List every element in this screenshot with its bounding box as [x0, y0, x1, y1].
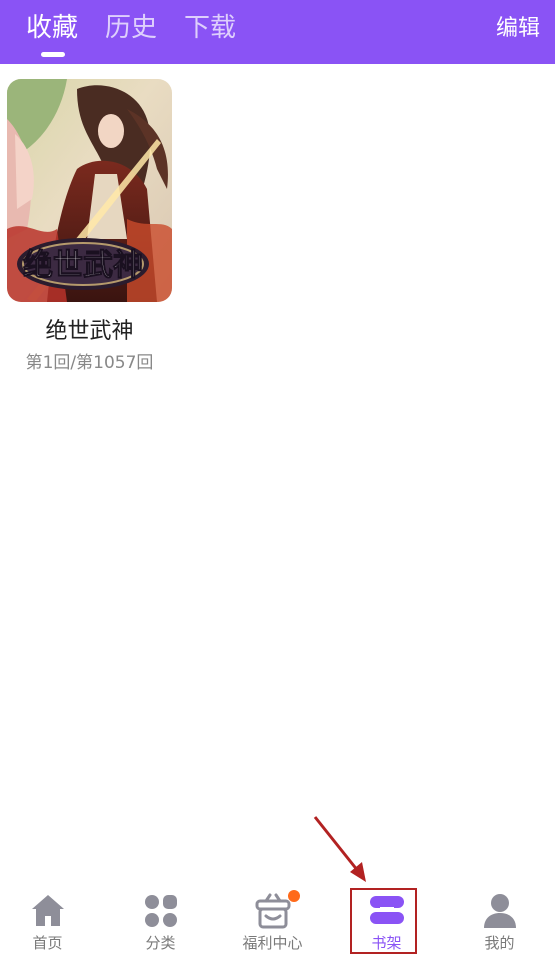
top-bar: 收藏 历史 下载 编辑 — [0, 0, 555, 64]
bottom-navigation: 首页 分类 福利中心 书架 我的 — [0, 884, 555, 956]
nav-label-home: 首页 — [32, 934, 63, 952]
profile-icon — [484, 894, 516, 928]
nav-label-welfare-center: 福利中心 — [242, 934, 303, 952]
home-icon — [32, 895, 64, 926]
nav-label-profile: 我的 — [484, 934, 515, 952]
comic-title: 绝世武神 — [45, 319, 134, 344]
cover-logo-text: 绝世武神 — [23, 248, 143, 283]
bookshelf-icon — [370, 896, 404, 924]
nav-label-bookshelf: 书架 — [371, 934, 402, 952]
active-tab-indicator — [41, 52, 65, 57]
nav-item-welfare-center[interactable]: 福利中心 — [217, 884, 328, 956]
comic-card[interactable]: 绝世武神 绝世武神 第1回/第1057回 — [7, 79, 172, 375]
tab-favorites[interactable]: 收藏 — [26, 12, 78, 44]
comic-reading-progress: 第1回/第1057回 — [25, 353, 154, 373]
nav-item-home[interactable]: 首页 — [0, 884, 103, 956]
tab-history[interactable]: 历史 — [105, 12, 157, 44]
nav-label-category: 分类 — [145, 934, 176, 952]
tab-downloads[interactable]: 下载 — [184, 12, 236, 44]
nav-item-profile[interactable]: 我的 — [444, 884, 555, 956]
nav-item-category[interactable]: 分类 — [105, 884, 216, 956]
edit-button[interactable]: 编辑 — [496, 15, 540, 43]
nav-item-bookshelf[interactable]: 书架 — [331, 884, 442, 956]
gift-box-icon — [255, 893, 291, 929]
notification-badge-dot — [288, 890, 300, 902]
comic-cover-image: 绝世武神 — [7, 79, 172, 302]
category-icon — [145, 895, 177, 927]
